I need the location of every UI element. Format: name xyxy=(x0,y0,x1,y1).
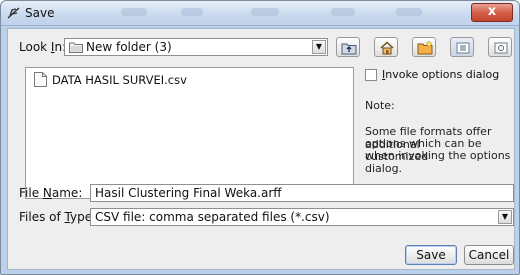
home-icon xyxy=(380,41,394,55)
file-name: DATA HASIL SURVEI.csv xyxy=(52,73,187,87)
folder-icon xyxy=(69,42,83,53)
blurred-region xyxy=(251,8,279,16)
file-name-input[interactable] xyxy=(95,186,505,200)
blurred-region xyxy=(396,8,422,16)
details-view-icon xyxy=(494,42,508,54)
list-view-icon xyxy=(456,42,470,54)
file-type-label: Files of Type: xyxy=(19,210,97,224)
save-dialog: Save x Look In: New folder (3) ▼ DATA HA… xyxy=(0,0,520,275)
blurred-region xyxy=(121,8,147,16)
details-view-button[interactable] xyxy=(488,37,512,57)
note-title: Note: xyxy=(365,99,395,112)
chevron-down-icon[interactable]: ▼ xyxy=(312,40,326,54)
file-name-field[interactable] xyxy=(90,184,514,202)
invoke-options-checkbox[interactable] xyxy=(365,69,377,81)
new-folder-button[interactable] xyxy=(412,37,436,57)
close-icon: x xyxy=(487,4,497,19)
blurred-region xyxy=(181,8,203,16)
file-type-value: CSV file: comma separated files (*.csv) xyxy=(95,210,330,224)
new-folder-icon xyxy=(417,41,433,55)
file-name-label: File Name: xyxy=(19,186,83,200)
file-list[interactable]: DATA HASIL SURVEI.csv xyxy=(25,67,354,199)
file-icon xyxy=(34,72,47,87)
home-button[interactable] xyxy=(374,37,398,57)
up-folder-button[interactable] xyxy=(336,37,360,57)
list-view-button[interactable] xyxy=(450,37,474,57)
title-bar[interactable]: Save x xyxy=(1,1,519,26)
up-folder-icon xyxy=(341,43,357,55)
close-button[interactable]: x xyxy=(471,3,513,22)
look-in-value: New folder (3) xyxy=(86,40,172,54)
cancel-button[interactable]: Cancel xyxy=(464,245,514,265)
dialog-body: Look In: New folder (3) ▼ DATA HASIL SUR… xyxy=(7,28,515,270)
chevron-down-icon[interactable]: ▼ xyxy=(498,210,512,224)
file-type-combo[interactable]: CSV file: comma separated files (*.csv) … xyxy=(90,208,514,226)
blurred-region xyxy=(331,8,355,16)
look-in-label: Look In: xyxy=(19,40,67,54)
window-title: Save xyxy=(25,6,55,20)
save-button[interactable]: Save xyxy=(405,245,457,265)
feather-icon xyxy=(7,7,20,19)
note-line: when invoking the options dialog. xyxy=(365,149,511,175)
look-in-combo[interactable]: New folder (3) ▼ xyxy=(64,38,328,56)
invoke-options-label[interactable]: Invoke options dialog xyxy=(382,68,499,81)
